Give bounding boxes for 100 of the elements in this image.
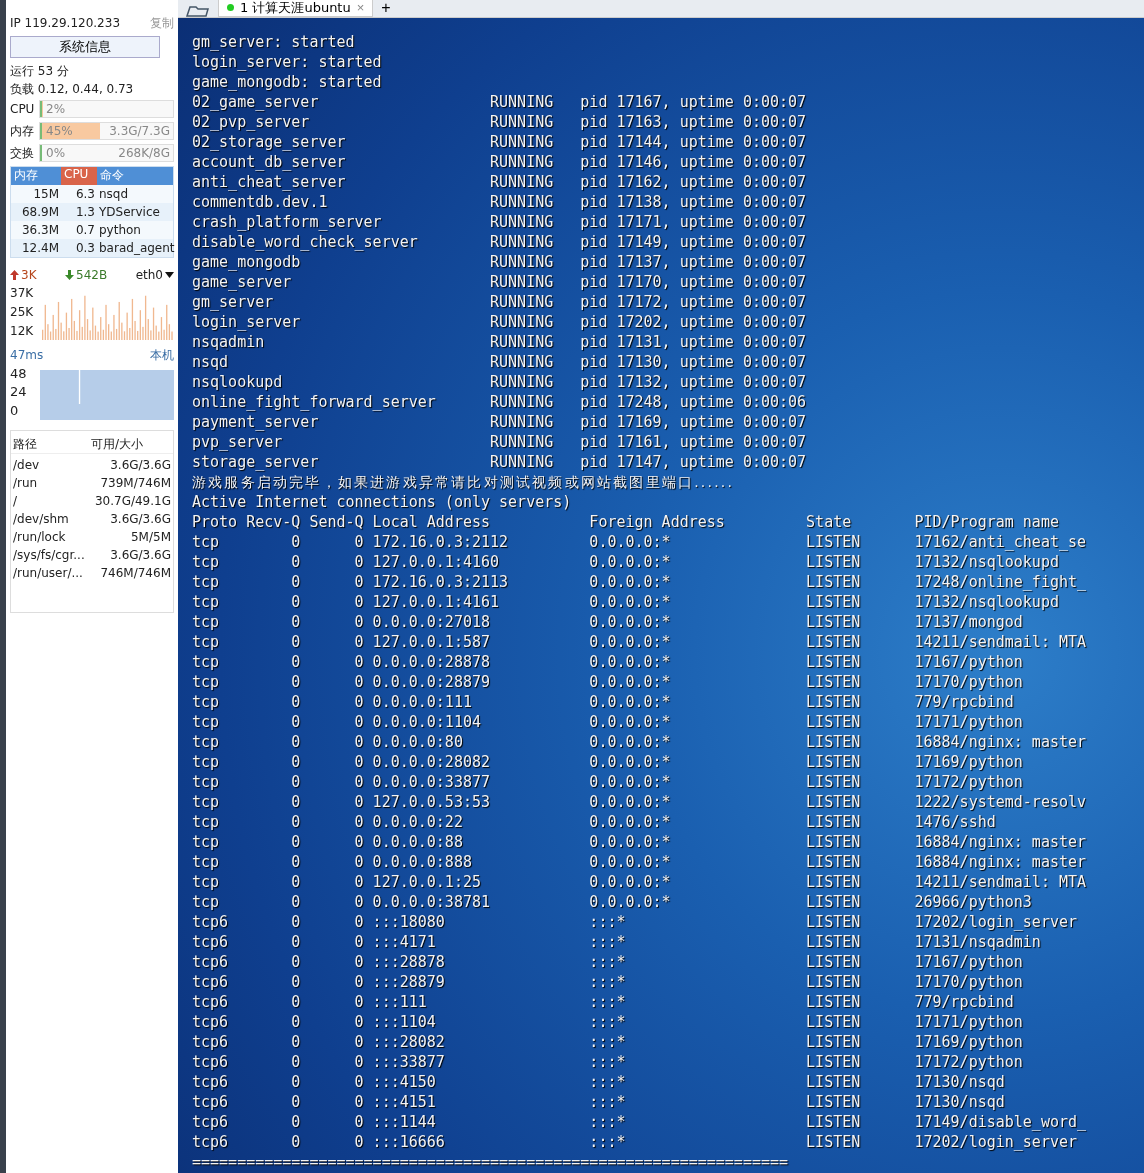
table-cell-text: 1.3	[74, 205, 96, 219]
table-cell: 739M/746M	[100, 476, 171, 490]
terminal-line: tcp6 0 0 :::28082 :::* LISTEN 17169/python	[192, 1032, 1024, 1052]
terminal-line: tcp 0 0 0.0.0.0:22 0.0.0.0:* LISTEN 1476/sshd	[192, 812, 997, 832]
terminal-line: tcp6 0 0 :::4151 :::* LISTEN 17130/nsqd	[192, 1092, 1006, 1112]
terminal-line: tcp6 0 0 :::28879 :::* LISTEN 17170/python	[192, 972, 1024, 992]
terminal-line: tcp 0 0 0.0.0.0:33877 0.0.0.0:* LISTEN 17172/python	[192, 772, 1024, 792]
terminal-line: tcp 0 0 0.0.0.0:88 0.0.0.0:* LISTEN 16884/nginx: master	[192, 832, 1088, 852]
terminal-line: tcp6 0 0 :::1104 :::* LISTEN 17171/python	[192, 1012, 1024, 1032]
download-rate: 542B	[76, 268, 108, 282]
uptime-text: 运行 53 分	[10, 62, 69, 80]
table-cell-text: YDService	[98, 205, 161, 219]
terminal-line: tcp 0 0 0.0.0.0:111 0.0.0.0:* LISTEN 779/rpcbind	[192, 692, 1015, 712]
terminal-line: tcp 0 0 172.16.0.3:2113 0.0.0.0:* LISTEN 17248/online_fight_	[192, 572, 1088, 592]
terminal-line: tcp6 0 0 :::33877 :::* LISTEN 17172/python	[192, 1052, 1024, 1072]
status-dot	[227, 4, 234, 11]
axis-label: 25K	[10, 305, 35, 319]
meter-label: 交换	[10, 144, 35, 162]
terminal-line: nsqadmin RUNNING pid 17131, uptime 0:00:07	[192, 332, 808, 352]
meter-label: CPU	[10, 102, 36, 116]
terminal-line: login_server RUNNING pid 17202, uptime 0:00:07	[192, 312, 808, 332]
terminal-line: payment_server RUNNING pid 17169, uptime 0:00:07	[192, 412, 808, 432]
table-cell: /run/lock	[13, 530, 66, 544]
latency-text: 47ms	[10, 348, 44, 362]
table-cell-text: nsqd	[98, 187, 130, 201]
table-cell: /sys/fs/cgr...	[13, 548, 85, 562]
system-info-button[interactable]: 系统信息	[10, 36, 160, 58]
terminal-line: account_db_server RUNNING pid 17146, uptime 0:00:07	[192, 152, 808, 172]
terminal-line: tcp 0 0 127.0.0.53:53 0.0.0.0:* LISTEN 1222/systemd-resolv	[192, 792, 1088, 812]
terminal-line: tcp6 0 0 :::18080 :::* LISTEN 17202/login_server	[192, 912, 1078, 932]
terminal-line: tcp6 0 0 :::111 :::* LISTEN 779/rpcbind	[192, 992, 1015, 1012]
folder-icon[interactable]	[186, 5, 210, 17]
terminal-line: tcp 0 0 127.0.0.1:587 0.0.0.0:* LISTEN 14211/sendmail: MTA	[192, 632, 1088, 652]
terminal-line: game_mongodb: started	[192, 72, 383, 92]
table-cell: 3.6G/3.6G	[110, 458, 171, 472]
terminal-line: tcp 0 0 0.0.0.0:38781 0.0.0.0:* LISTEN 26966/python3	[192, 892, 1033, 912]
terminal-line: 02_game_server RUNNING pid 17167, uptime 0:00:07	[192, 92, 808, 112]
target-text: 本机	[150, 346, 174, 364]
table-cell-text: 36.3M	[20, 223, 60, 237]
terminal-line: storage_server RUNNING pid 17147, uptime 0:00:07	[192, 452, 808, 472]
meter-detail: 3.3G/7.3G	[109, 124, 170, 138]
table-cell-text: 0.7	[74, 223, 96, 237]
terminal-line: tcp6 0 0 :::1144 :::* LISTEN 17149/disable_word_	[192, 1112, 1088, 1132]
caret-icon	[165, 272, 174, 278]
terminal-line: tcp 0 0 0.0.0.0:28879 0.0.0.0:* LISTEN 17170/python	[192, 672, 1024, 692]
table-cell-text: 0.3	[74, 241, 96, 255]
down-arrow-icon	[65, 270, 74, 280]
terminal-line: tcp6 0 0 :::28878 :::* LISTEN 17167/python	[192, 952, 1024, 972]
table-cell-text: barad_agent	[98, 241, 176, 255]
axis-label: 48	[10, 365, 28, 381]
terminal-line: tcp6 0 0 :::16666 :::* LISTEN 17202/login_server	[192, 1132, 1078, 1152]
terminal-line: tcp 0 0 172.16.0.3:2112 0.0.0.0:* LISTEN 17162/anti_cheat_se	[192, 532, 1088, 552]
terminal-line: Proto Recv-Q Send-Q Local Address Foreign Address State PID/Program name	[192, 512, 1060, 532]
terminal-line: tcp 0 0 127.0.0.1:4160 0.0.0.0:* LISTEN 17132/nsqlookupd	[192, 552, 1060, 572]
terminal-line: tcp 0 0 0.0.0.0:28878 0.0.0.0:* LISTEN 17167/python	[192, 652, 1024, 672]
terminal-line: tcp 0 0 0.0.0.0:28082 0.0.0.0:* LISTEN 17169/python	[192, 752, 1024, 772]
terminal-line: nsqd RUNNING pid 17130, uptime 0:00:07	[192, 352, 808, 372]
terminal-line: gm_server: started	[192, 32, 356, 52]
table-cell: 3.6G/3.6G	[110, 548, 171, 562]
terminal-line: Active Internet connections (only servers)	[192, 492, 573, 512]
table-cell-text: 12.4M	[20, 241, 60, 255]
terminal-line: nsqlookupd RUNNING pid 17132, uptime 0:00:07	[192, 372, 808, 392]
terminal-line: tcp 0 0 0.0.0.0:1104 0.0.0.0:* LISTEN 17171/python	[192, 712, 1024, 732]
axis-label: 37K	[10, 286, 35, 301]
terminal-line: 02_pvp_server RUNNING pid 17163, uptime 0:00:07	[192, 112, 808, 132]
terminal-line: commentdb.dev.1 RUNNING pid 17138, uptime 0:00:07	[192, 192, 808, 212]
meter-value: 0%	[46, 146, 66, 160]
terminal-line: game_mongodb RUNNING pid 17137, uptime 0:00:07	[192, 252, 808, 272]
terminal-line: login_server: started	[192, 52, 383, 72]
terminal-line: tcp 0 0 127.0.0.1:25 0.0.0.0:* LISTEN 14211/sendmail: MTA	[192, 872, 1088, 892]
table-cell-text: 68.9M	[20, 205, 60, 219]
meter-detail: 268K/8G	[118, 146, 170, 160]
terminal-line: gm_server RUNNING pid 17172, uptime 0:00:07	[192, 292, 808, 312]
terminal-line: anti_cheat_server RUNNING pid 17162, uptime 0:00:07	[192, 172, 808, 192]
table-cell: 5M/5M	[130, 530, 171, 544]
table-cell: 3.6G/3.6G	[110, 512, 171, 526]
terminal-line: tcp6 0 0 :::4150 :::* LISTEN 17130/nsqd	[192, 1072, 1006, 1092]
column-header[interactable]: 路径	[13, 435, 73, 453]
meter-value: 2%	[46, 102, 66, 116]
terminal-line: game_server RUNNING pid 17170, uptime 0:00:07	[192, 272, 808, 292]
terminal-line: tcp 0 0 0.0.0.0:80 0.0.0.0:* LISTEN 16884/nginx: master	[192, 732, 1088, 752]
table-cell: /dev	[13, 458, 40, 472]
ip-address: IP 119.29.120.233	[10, 16, 120, 30]
table-cell: /dev/shm	[13, 512, 69, 526]
axis-label: 0	[10, 403, 20, 419]
table-cell: /	[13, 494, 18, 508]
axis-label: 24	[10, 384, 28, 400]
terminal-line: disable_word_check_server RUNNING pid 17149, uptime 0:00:07	[192, 232, 808, 252]
new-tab-button[interactable]: +	[373, 0, 399, 17]
terminal-line: tcp 0 0 127.0.0.1:4161 0.0.0.0:* LISTEN 17132/nsqlookupd	[192, 592, 1060, 612]
terminal-line: tcp6 0 0 :::4171 :::* LISTEN 17131/nsqadmin	[192, 932, 1042, 952]
table-cell-text: python	[98, 223, 142, 237]
terminal-tab[interactable]: 1 计算天涯ubuntu ×	[218, 0, 374, 17]
table-cell: 30.7G/49.1G	[94, 494, 171, 508]
column-header[interactable]: 可用/大小	[91, 435, 171, 453]
terminal-line: pvp_server RUNNING pid 17161, uptime 0:00:07	[192, 432, 808, 452]
interface-dropdown[interactable]: eth0	[135, 268, 174, 282]
upload-rate: 3K	[21, 268, 37, 282]
table-cell-text: 15M	[32, 187, 60, 201]
column-header[interactable]: CPU	[61, 167, 97, 185]
